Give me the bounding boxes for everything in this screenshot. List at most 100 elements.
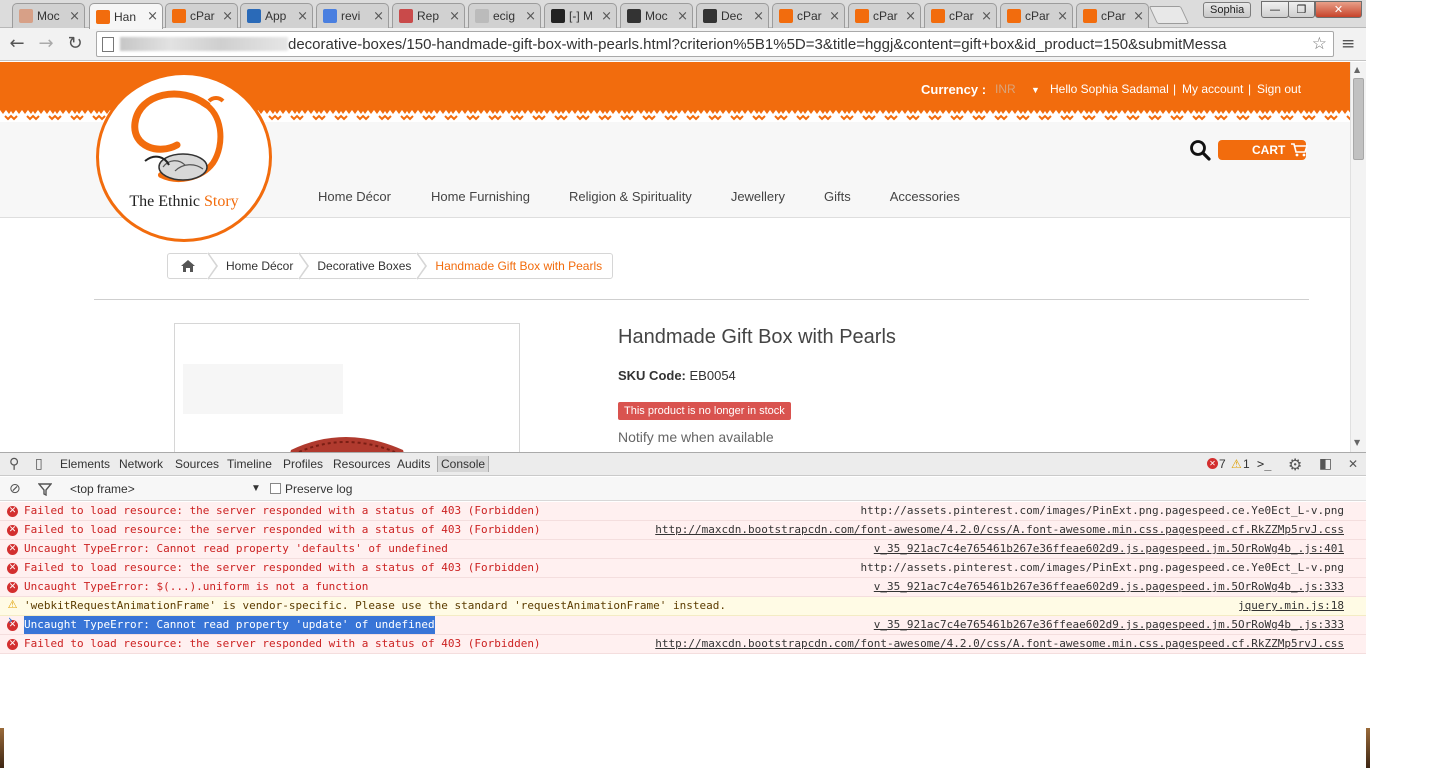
maximize-button[interactable]: ❐ (1288, 1, 1315, 18)
desktop-background (1366, 0, 1450, 768)
divider (94, 299, 1309, 300)
error-count[interactable]: 7 (1219, 457, 1226, 471)
close-tab-icon[interactable]: × (222, 9, 233, 24)
profile-button[interactable]: Sophia (1203, 2, 1252, 18)
browser-tab[interactable]: cPar × (165, 3, 238, 28)
devtools-tab-audits[interactable]: Audits (397, 457, 430, 471)
close-tab-icon[interactable]: × (147, 9, 158, 24)
close-tab-icon[interactable]: × (905, 9, 916, 24)
browser-tab[interactable]: Dec × (696, 3, 769, 28)
device-mode-icon[interactable]: ▯ (35, 456, 43, 472)
breadcrumb-decorative-boxes[interactable]: Decorative Boxes (317, 259, 411, 273)
scroll-up-icon[interactable]: ▲ (1354, 65, 1360, 74)
close-tab-icon[interactable]: × (753, 9, 764, 24)
devtools-tab-elements[interactable]: Elements (60, 457, 110, 471)
inspect-search-icon[interactable]: ⚲ (9, 456, 19, 472)
console-source-link[interactable]: http://assets.pinterest.com/images/PinEx… (861, 559, 1344, 577)
url-text[interactable]: decorative-boxes/150-handmade-gift-box-w… (288, 36, 1333, 53)
warning-icon[interactable]: ⚠ (1231, 457, 1242, 471)
devtools-tab-network[interactable]: Network (119, 457, 163, 471)
address-bar[interactable]: decorative-boxes/150-handmade-gift-box-w… (96, 31, 1334, 57)
nav-item-gifts[interactable]: Gifts (824, 189, 851, 204)
close-tab-icon[interactable]: × (373, 9, 384, 24)
close-tab-icon[interactable]: × (69, 9, 80, 24)
reload-button[interactable]: ↻ (64, 33, 86, 55)
console-source-link[interactable]: v_35_921ac7c4e765461b267e36ffeae602d9.js… (874, 540, 1344, 558)
nav-item-home-decor[interactable]: Home Décor (318, 189, 391, 204)
product-image[interactable] (174, 323, 520, 452)
browser-tab[interactable]: [-] M × (544, 3, 617, 28)
console-source-link[interactable]: http://maxcdn.bootstrapcdn.com/font-awes… (655, 635, 1344, 653)
frame-selector[interactable]: <top frame> (70, 482, 135, 496)
browser-tab[interactable]: App × (240, 3, 313, 28)
breadcrumb-home-decor[interactable]: Home Décor (226, 259, 293, 273)
cart-button[interactable]: CART (1218, 140, 1308, 160)
browser-tab[interactable]: Moc × (12, 3, 85, 28)
tab-title: cPar (949, 9, 974, 23)
close-tab-icon[interactable]: × (829, 9, 840, 24)
nav-item-religion-spirituality[interactable]: Religion & Spirituality (569, 189, 692, 204)
console-source-link[interactable]: http://assets.pinterest.com/images/PinEx… (861, 502, 1344, 520)
browser-tab[interactable]: Han × (89, 3, 163, 29)
devtools-tab-console[interactable]: Console (437, 456, 490, 472)
frame-dropdown-icon[interactable]: ▼ (251, 483, 261, 494)
close-tab-icon[interactable]: × (601, 9, 612, 24)
new-tab-button[interactable] (1148, 6, 1190, 24)
tab-title: Han (114, 9, 137, 24)
notify-when-available-link[interactable]: Notify me when available (618, 429, 774, 445)
close-tab-icon[interactable]: × (1057, 9, 1068, 24)
browser-tab[interactable]: revi × (316, 3, 389, 28)
browser-tab[interactable]: cPar × (1076, 3, 1149, 28)
console-source-link[interactable]: v_35_921ac7c4e765461b267e36ffeae602d9.js… (874, 578, 1344, 596)
nav-item-accessories[interactable]: Accessories (890, 189, 960, 204)
forward-button[interactable]: → (35, 33, 57, 55)
site-logo[interactable]: The Ethnic Story (96, 72, 272, 242)
scrollbar-thumb[interactable] (1353, 78, 1364, 160)
devtools-tab-timeline[interactable]: Timeline (227, 457, 272, 471)
close-tab-icon[interactable]: × (525, 9, 536, 24)
close-tab-icon[interactable]: × (1133, 9, 1144, 24)
caret-down-icon[interactable]: ▼ (1031, 85, 1040, 95)
browser-tab[interactable]: Rep × (392, 3, 465, 28)
close-tab-icon[interactable]: × (297, 9, 308, 24)
settings-gear-icon[interactable]: ⚙ (1288, 455, 1302, 474)
chrome-menu-icon[interactable]: ≡ (1341, 34, 1355, 54)
close-window-button[interactable]: ✕ (1315, 1, 1362, 18)
scroll-down-icon[interactable]: ▼ (1354, 438, 1360, 447)
page-scrollbar[interactable]: ▲ ▼ (1350, 62, 1366, 452)
dock-side-icon[interactable]: ◧ (1319, 456, 1332, 472)
nav-item-home-furnishing[interactable]: Home Furnishing (431, 189, 530, 204)
home-icon[interactable] (180, 259, 196, 273)
console-prompt[interactable]: › (8, 613, 13, 627)
console-drawer-icon[interactable]: >_ (1257, 457, 1271, 471)
browser-tab[interactable]: cPar × (772, 3, 845, 28)
console-source-link[interactable]: v_35_921ac7c4e765461b267e36ffeae602d9.js… (874, 616, 1344, 634)
devtools-tab-resources[interactable]: Resources (333, 457, 390, 471)
back-button[interactable]: ← (6, 33, 28, 55)
nav-item-jewellery[interactable]: Jewellery (731, 189, 785, 204)
close-tab-icon[interactable]: × (449, 9, 460, 24)
currency-select[interactable]: INR (995, 82, 1016, 96)
search-icon[interactable] (1189, 139, 1211, 161)
browser-tab[interactable]: cPar × (1000, 3, 1073, 28)
browser-tab[interactable]: cPar × (848, 3, 921, 28)
clear-console-icon[interactable]: ⊘ (9, 481, 21, 497)
error-count-icon[interactable]: ✕ (1207, 458, 1218, 469)
browser-tab[interactable]: cPar × (924, 3, 997, 28)
console-source-link[interactable]: jquery.min.js:18 (1238, 597, 1344, 615)
close-tab-icon[interactable]: × (981, 9, 992, 24)
sign-out-link[interactable]: Sign out (1257, 82, 1301, 96)
devtools-tab-profiles[interactable]: Profiles (283, 457, 323, 471)
filter-icon[interactable] (38, 483, 52, 496)
minimize-button[interactable]: — (1261, 1, 1289, 18)
my-account-link[interactable]: My account (1182, 82, 1243, 96)
bookmark-star-icon[interactable]: ☆ (1312, 34, 1327, 54)
console-source-link[interactable]: http://maxcdn.bootstrapcdn.com/font-awes… (655, 521, 1344, 539)
close-tab-icon[interactable]: × (677, 9, 688, 24)
browser-tab[interactable]: ecig × (468, 3, 541, 28)
preserve-log-checkbox[interactable] (270, 483, 281, 494)
close-devtools-icon[interactable]: ✕ (1348, 457, 1358, 471)
warning-count[interactable]: 1 (1243, 457, 1250, 471)
browser-tab[interactable]: Moc × (620, 3, 693, 28)
devtools-tab-sources[interactable]: Sources (175, 457, 219, 471)
